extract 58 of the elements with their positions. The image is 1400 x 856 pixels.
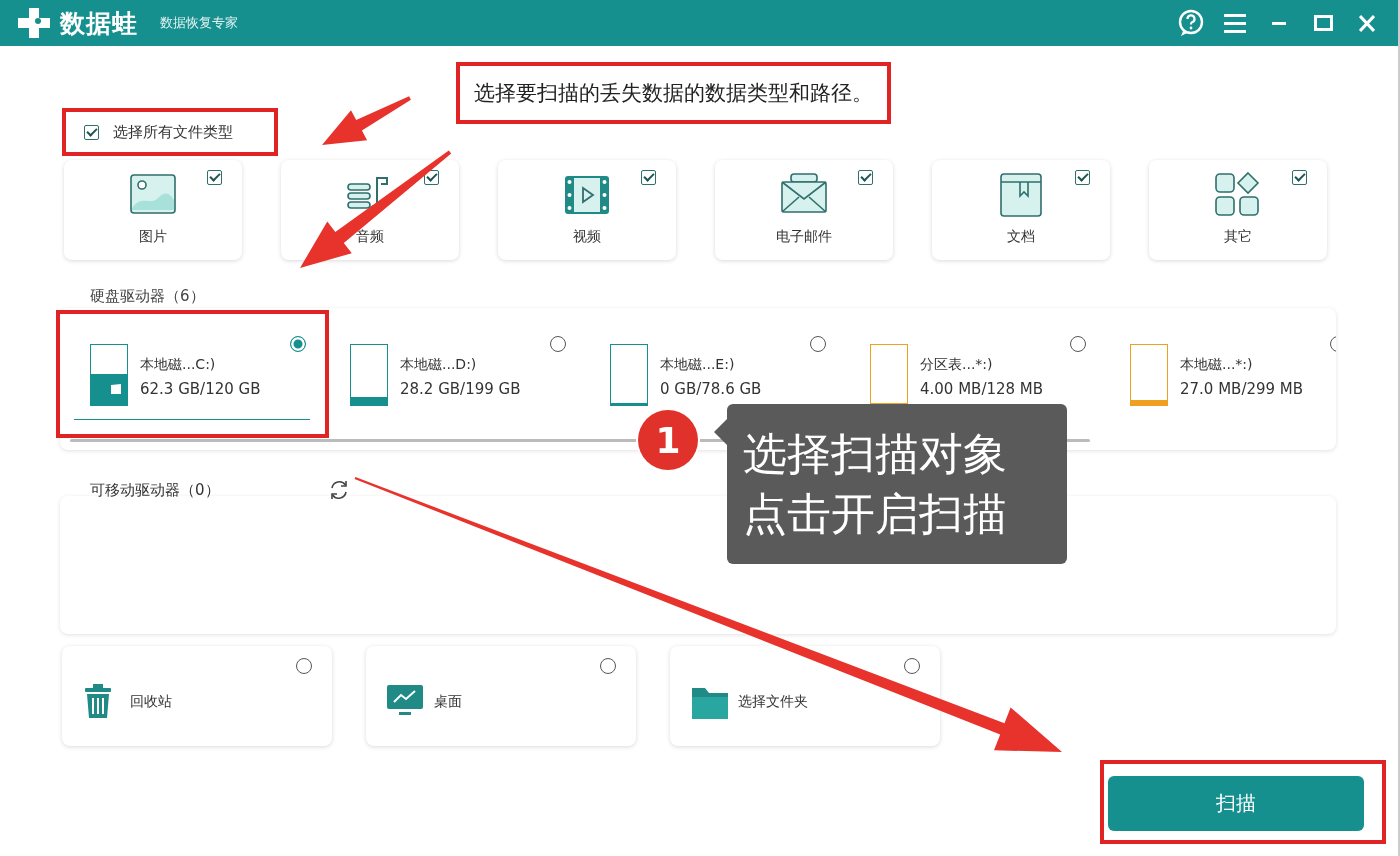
maximize-icon bbox=[1313, 15, 1333, 31]
file-type-card[interactable]: 图片 bbox=[64, 160, 242, 260]
cross-logo-icon bbox=[16, 6, 52, 40]
drive-name: 本地磁...D:) bbox=[400, 356, 478, 374]
drive-size: 27.0 MB/299 MB bbox=[1180, 380, 1304, 398]
drive-size: 62.3 GB/120 GB bbox=[140, 380, 261, 398]
file-type-label: 电子邮件 bbox=[776, 228, 832, 246]
drive-item[interactable]: 本地磁...D:) 28.2 GB/199 GB bbox=[334, 330, 570, 420]
radio-button[interactable] bbox=[296, 658, 312, 674]
file-type-card[interactable]: 文档 bbox=[932, 160, 1110, 260]
drive-size: 28.2 GB/199 GB bbox=[400, 380, 521, 398]
radio-button[interactable] bbox=[600, 658, 616, 674]
checkbox[interactable] bbox=[1075, 170, 1090, 185]
checkbox[interactable] bbox=[858, 170, 873, 185]
radio-button[interactable] bbox=[550, 336, 566, 352]
radio-button[interactable] bbox=[810, 336, 826, 352]
file-type-label: 视频 bbox=[573, 228, 601, 246]
drive-item[interactable]: 本地磁...C:) 62.3 GB/120 GB bbox=[74, 330, 310, 420]
location-label: 回收站 bbox=[130, 693, 172, 711]
file-type-label: 其它 bbox=[1224, 228, 1252, 246]
checkbox[interactable] bbox=[1292, 170, 1307, 185]
file-type-label: 音频 bbox=[356, 228, 384, 246]
drive-size: 0 GB/78.6 GB bbox=[660, 380, 762, 398]
file-type-card[interactable]: 其它 bbox=[1149, 160, 1327, 260]
callout-text: 点击开启扫描 bbox=[743, 487, 1008, 541]
location-label: 桌面 bbox=[434, 693, 462, 711]
section-title: 可移动驱动器（0） bbox=[90, 480, 220, 500]
checkbox[interactable] bbox=[207, 170, 222, 185]
instruction-text: 选择要扫描的丢失数据的数据类型和路径。 bbox=[474, 80, 873, 107]
radio-button[interactable] bbox=[1070, 336, 1086, 352]
file-type-card[interactable]: 视频 bbox=[498, 160, 676, 260]
drive-name: 分区表...*:) bbox=[920, 356, 994, 374]
checkbox[interactable] bbox=[84, 124, 99, 140]
file-type-card[interactable]: 电子邮件 bbox=[715, 160, 893, 260]
location-card[interactable]: 桌面 bbox=[366, 646, 636, 746]
drive-name: 本地磁...*:) bbox=[1180, 356, 1254, 374]
scan-button[interactable]: 扫描 bbox=[1108, 776, 1364, 831]
minimize-icon bbox=[1272, 21, 1286, 25]
callout-text: 选择扫描对象 bbox=[743, 427, 1008, 481]
file-type-label: 文档 bbox=[1007, 228, 1035, 246]
select-all-checkbox[interactable]: 选择所有文件类型 bbox=[84, 122, 233, 142]
location-card[interactable]: 回收站 bbox=[62, 646, 332, 746]
app-subtitle: 数据恢复专家 bbox=[160, 14, 238, 32]
section-title: 硬盘驱动器（6） bbox=[90, 287, 206, 306]
file-type-label: 图片 bbox=[139, 228, 167, 246]
drive-item[interactable]: 本地磁...*:) 27.0 MB/299 MB bbox=[1114, 330, 1336, 420]
step-number-badge: 1 bbox=[638, 410, 698, 470]
radio-button[interactable] bbox=[290, 336, 306, 352]
checkbox[interactable] bbox=[641, 170, 656, 185]
location-label: 选择文件夹 bbox=[738, 693, 808, 711]
help-icon bbox=[1178, 9, 1204, 37]
drive-name: 本地磁...E:) bbox=[660, 356, 736, 374]
radio-button[interactable] bbox=[904, 658, 920, 674]
app-title: 数据蛙 bbox=[60, 7, 138, 40]
menu-icon bbox=[1224, 13, 1246, 33]
close-icon bbox=[1359, 14, 1375, 32]
drive-name: 本地磁...C:) bbox=[140, 356, 217, 374]
drive-size: 4.00 MB/128 MB bbox=[920, 380, 1044, 398]
